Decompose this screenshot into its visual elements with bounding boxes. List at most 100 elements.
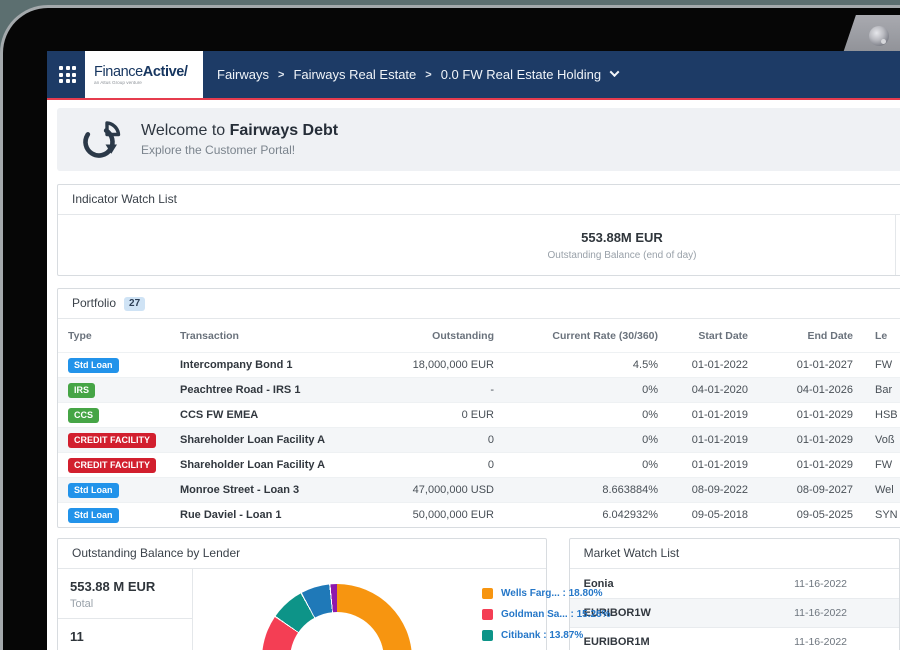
breadcrumb-separator-icon: >	[278, 69, 284, 81]
market-watch-list-body: Eonia11-16-2022EURIBOR1W11-16-2022EURIBO…	[570, 569, 899, 650]
brand-tagline: an Altus Group venture	[94, 81, 173, 86]
breadcrumb: Fairways > Fairways Real Estate >0.0 FW Rea…	[217, 67, 618, 82]
portfolio-title: Portfolio	[72, 289, 116, 318]
welcome-text: Welcome to Fairways Debt Explore the Cus…	[141, 122, 338, 157]
transaction-name: Monroe Street - Loan 3	[170, 484, 370, 496]
current-rate-value: 0%	[494, 409, 658, 421]
breadcrumb-item[interactable]: 0.0 FW Real Estate Holding	[441, 67, 601, 82]
portfolio-column-header[interactable]: Current Rate (30/360)	[494, 330, 658, 342]
legend-item[interactable]: JP Morgan : 13.15%	[482, 646, 610, 650]
portfolio-count-badge: 27	[124, 297, 145, 311]
current-rate-value: 6.042932%	[494, 509, 658, 521]
outstanding-value: -	[370, 384, 494, 396]
pie-chart-icon	[81, 120, 121, 160]
lender-total-value: 553.88 M EUR	[70, 579, 180, 594]
lender-name: Voß	[853, 434, 900, 446]
outstanding-value: 47,000,000 USD	[370, 484, 494, 496]
outstanding-value: 18,000,000 EUR	[370, 359, 494, 371]
type-badge: CREDIT FACILITY	[68, 458, 156, 473]
apps-grid-icon[interactable]	[59, 66, 76, 83]
stat-divider	[58, 618, 192, 619]
portfolio-table-body: Std LoanIntercompany Bond 118,000,000 EU…	[58, 352, 900, 527]
lender-card-body: 553.88 M EUR Total 11 Wells Farg... : 18…	[58, 569, 546, 650]
breadcrumb-separator-icon: >	[425, 69, 431, 81]
portfolio-column-header[interactable]: Outstanding	[370, 330, 494, 342]
finance-active-logo[interactable]: FinanceActive/ an Altus Group venture	[85, 51, 203, 98]
type-badge: Std Loan	[68, 508, 119, 523]
lender-name: HSB	[853, 409, 900, 421]
bottom-section: Outstanding Balance by Lender 553.88 M E…	[47, 538, 900, 650]
end-date: 09-05-2025	[748, 509, 853, 521]
current-rate-value: 0%	[494, 384, 658, 396]
portfolio-column-header[interactable]: Type	[58, 330, 170, 342]
indicator-watch-list-title: Indicator Watch List	[58, 185, 900, 215]
list-item[interactable]: EURIBOR1W11-16-2022	[570, 598, 899, 627]
start-date: 09-05-2018	[658, 509, 748, 521]
table-row[interactable]: Std Loan Monroe Street - Loan 347,000,000…	[58, 477, 900, 502]
breadcrumb-item[interactable]: Fairways	[217, 67, 269, 82]
bezel-camera-panel	[837, 15, 900, 56]
legend-item[interactable]: Citibank : 13.87%	[482, 625, 610, 646]
transaction-name: Peachtree Road - IRS 1	[170, 384, 370, 396]
legend-swatch-icon	[482, 609, 493, 620]
chevron-down-icon[interactable]	[610, 67, 620, 77]
indicator-watch-list-card: Indicator Watch List 553.88M EUR Outstan…	[57, 184, 900, 276]
table-row[interactable]: IRSPeachtree Road - IRS 1-0%04-01-202004…	[58, 377, 900, 402]
end-date: 01-01-2027	[748, 359, 853, 371]
current-rate-value: 0%	[494, 434, 658, 446]
outstanding-value: 50,000,000 EUR	[370, 509, 494, 521]
legend-item[interactable]: Wells Farg... : 18.80%	[482, 583, 610, 604]
portfolio-card: Portfolio 27 TypeTransactionOutstandingC…	[57, 288, 900, 528]
outstanding-value: 0	[370, 434, 494, 446]
transaction-name: Shareholder Loan Facility A	[170, 459, 370, 471]
type-badge: Std Loan	[68, 483, 119, 498]
current-rate-value: 0%	[494, 459, 658, 471]
legend-swatch-icon	[482, 630, 493, 641]
lender-donut-chart[interactable]	[262, 584, 412, 650]
transaction-name: Rue Daviel - Loan 1	[170, 509, 370, 521]
lender-name: Wel	[853, 484, 900, 496]
breadcrumb-item[interactable]: Fairways Real Estate	[293, 67, 416, 82]
market-watch-list-title: Market Watch List	[570, 539, 899, 569]
current-rate-value: 8.663884%	[494, 484, 658, 496]
type-badge: CREDIT FACILITY	[68, 433, 156, 448]
table-row[interactable]: CCSCCS FW EMEA0 EUR0%01-01-201901-01-202…	[58, 402, 900, 427]
donut-hole	[290, 612, 384, 650]
legend-item[interactable]: Goldman Sa... : 15.26%	[482, 604, 610, 625]
welcome-subtitle: Explore the Customer Portal!	[141, 143, 338, 157]
portfolio-column-header[interactable]: Transaction	[170, 330, 370, 342]
screen: FinanceActive/ an Altus Group venture Fa…	[47, 51, 900, 650]
portfolio-column-header[interactable]: Le	[853, 330, 900, 342]
end-date: 08-09-2027	[748, 484, 853, 496]
list-item[interactable]: EURIBOR1M11-16-2022	[570, 627, 899, 650]
lender-name: SYN	[853, 509, 900, 521]
lender-stats-panel: 553.88 M EUR Total 11	[58, 569, 193, 650]
table-row[interactable]: Std Loan Rue Daviel - Loan 150,000,000 EU…	[58, 502, 900, 527]
portfolio-column-header[interactable]: Start Date	[658, 330, 748, 342]
start-date: 01-01-2019	[658, 459, 748, 471]
lender-card-title: Outstanding Balance by Lender	[58, 539, 546, 569]
table-row[interactable]: CREDIT FACILITY Shareholder Loan Facility…	[58, 452, 900, 477]
outstanding-balance-value: 553.88M EUR	[581, 230, 663, 245]
portfolio-table-header: TypeTransactionOutstandingCurrent Rate (…	[58, 319, 900, 352]
lender-count: 11	[70, 629, 84, 644]
legend-label: Citibank : 13.87%	[501, 630, 583, 641]
end-date: 01-01-2029	[748, 409, 853, 421]
portfolio-column-header[interactable]: End Date	[748, 330, 853, 342]
end-date: 04-01-2026	[748, 384, 853, 396]
lender-name: FW	[853, 459, 900, 471]
market-watch-list-card: Market Watch List Eonia11-16-2022EURIBOR…	[569, 538, 900, 650]
market-index-date: 11-16-2022	[651, 607, 899, 619]
end-date: 01-01-2029	[748, 434, 853, 446]
outstanding-value: 0	[370, 459, 494, 471]
market-index-date: 11-16-2022	[650, 636, 899, 648]
tablet-frame: FinanceActive/ an Altus Group venture Fa…	[0, 5, 900, 650]
transaction-name: CCS FW EMEA	[170, 409, 370, 421]
list-item[interactable]: Eonia11-16-2022	[570, 569, 899, 598]
type-badge: Std Loan	[68, 358, 119, 373]
table-row[interactable]: CREDIT FACILITYShareholder Loan Facility…	[58, 427, 900, 452]
camera-icon	[869, 26, 889, 46]
welcome-banner: Welcome to Fairways Debt Explore the Cus…	[57, 108, 900, 171]
start-date: 04-01-2020	[658, 384, 748, 396]
table-row[interactable]: Std LoanIntercompany Bond 118,000,000 EU…	[58, 352, 900, 377]
